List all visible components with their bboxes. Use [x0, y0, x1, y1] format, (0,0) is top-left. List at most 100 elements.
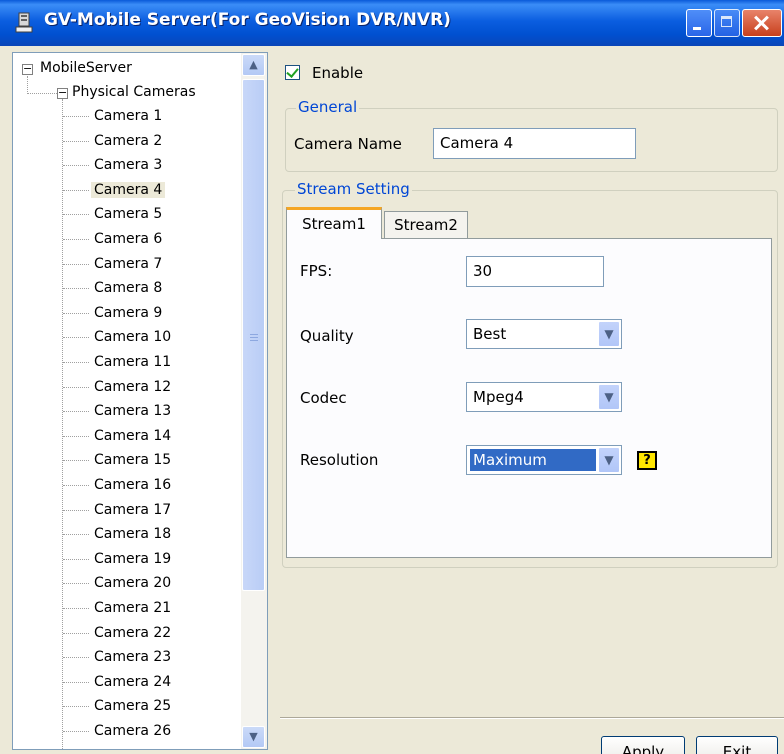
quality-value: Best: [473, 325, 507, 343]
chevron-down-icon[interactable]: ▼: [598, 447, 620, 473]
enable-checkbox[interactable]: [285, 65, 300, 80]
tree-item-camera[interactable]: Camera 24: [91, 671, 174, 694]
tab-stream1[interactable]: Stream1: [286, 207, 382, 239]
tree-item-camera[interactable]: Camera 22: [91, 622, 174, 645]
scroll-up-button[interactable]: ▲: [242, 54, 265, 76]
tree-guide: [63, 165, 89, 167]
tree-item-label: Camera 24: [94, 673, 172, 690]
tree-scrollbar[interactable]: ▲ ▼: [241, 53, 267, 749]
fps-label: FPS:: [300, 262, 333, 280]
tree-guide: [63, 509, 89, 511]
tree-item-camera[interactable]: Camera 8: [91, 277, 165, 300]
tree-guide: [63, 362, 89, 363]
collapse-group-icon[interactable]: −: [57, 87, 68, 99]
tree-item-label: Camera 3: [94, 157, 163, 174]
stream-setting-legend: Stream Setting: [295, 180, 412, 198]
tree-item-camera[interactable]: Camera 4: [91, 179, 166, 202]
chevron-down-icon[interactable]: ▼: [598, 321, 620, 347]
camera-tree[interactable]: − MobileServer − Physical Cameras Camera…: [12, 52, 268, 750]
bottom-separator: [280, 717, 784, 719]
tree-item-camera[interactable]: Camera 6: [91, 228, 165, 251]
tree-guide: [63, 485, 89, 486]
tree-item-camera[interactable]: Camera 21: [91, 597, 174, 620]
tree-item-camera[interactable]: Camera 9: [91, 302, 165, 325]
tree-item-camera[interactable]: Camera 10: [91, 326, 174, 349]
maximize-button[interactable]: [714, 9, 740, 37]
tree-guide: [63, 288, 89, 290]
tree-item-label: Camera 5: [94, 206, 163, 223]
resolution-label: Resolution: [300, 451, 379, 469]
tree-item-label: Camera 6: [94, 231, 163, 247]
tree-item-camera[interactable]: Camera 20: [91, 572, 174, 595]
window-title: GV-Mobile Server(For GeoVision DVR/NVR): [44, 10, 451, 30]
tree-item-camera[interactable]: Camera 26: [91, 720, 174, 743]
tree-item-camera[interactable]: Camera 25: [91, 695, 174, 718]
app-window: GV-Mobile Server(For GeoVision DVR/NVR) …: [0, 0, 784, 754]
tree-item-label: Camera 18: [94, 526, 172, 543]
codec-value: Mpeg4: [473, 388, 524, 406]
tab-label: Stream2: [394, 216, 458, 234]
tree-item-label: Camera 21: [94, 600, 172, 616]
tree-item-camera[interactable]: Camera 17: [91, 499, 174, 522]
tree-item-camera[interactable]: Camera 2: [91, 130, 165, 153]
tree-item-label: Camera 1: [94, 108, 163, 124]
quality-select[interactable]: Best ▼: [466, 319, 622, 349]
tree-guide: [28, 93, 57, 94]
tree-item-camera[interactable]: Camera 23: [91, 646, 174, 669]
server-icon: [15, 12, 33, 33]
tree-guide: [63, 386, 89, 388]
tree-item-mobileserver[interactable]: MobileServer: [40, 57, 132, 80]
tree-item-camera[interactable]: Camera 11: [91, 351, 174, 374]
help-icon[interactable]: ?: [637, 451, 657, 470]
title-bar[interactable]: GV-Mobile Server(For GeoVision DVR/NVR): [0, 0, 784, 46]
apply-button[interactable]: Apply: [601, 736, 685, 754]
tree-item-label: Camera 17: [94, 501, 172, 518]
tree-guide: [63, 558, 89, 560]
tree-guide: [63, 263, 89, 265]
tree-item-camera[interactable]: Camera 13: [91, 400, 174, 423]
tree-item-label: Camera 19: [94, 550, 172, 567]
camera-name-label: Camera Name: [294, 135, 402, 153]
exit-button[interactable]: Exit: [696, 736, 778, 754]
resolution-select[interactable]: Maximum ▼: [466, 445, 622, 475]
tree-item-camera[interactable]: Camera 7: [91, 253, 165, 276]
scroll-down-button[interactable]: ▼: [242, 726, 265, 748]
enable-label[interactable]: Enable: [312, 64, 363, 82]
tree-item-label: Camera 15: [94, 452, 172, 469]
chevron-down-icon[interactable]: ▼: [598, 384, 620, 410]
tree-guide: [63, 116, 89, 117]
fps-input[interactable]: 30: [466, 256, 604, 287]
tree-guide: [63, 608, 89, 609]
tree-item-camera[interactable]: Camera 3: [91, 154, 165, 177]
tree-item-camera[interactable]: Camera 12: [91, 376, 174, 399]
tree-item-label: Camera 22: [94, 624, 172, 641]
resolution-value: Maximum: [470, 449, 596, 471]
tree-item-camera[interactable]: Camera 16: [91, 474, 174, 497]
codec-select[interactable]: Mpeg4 ▼: [466, 382, 622, 412]
quality-label: Quality: [300, 327, 354, 345]
tree-guide: [63, 435, 89, 437]
tree-item-camera[interactable]: Camera 18: [91, 523, 174, 546]
tree-item-label: MobileServer: [40, 60, 132, 76]
tree-guide: [63, 140, 89, 142]
tree-guide: [63, 214, 89, 216]
tree-item-camera[interactable]: Camera 15: [91, 449, 174, 472]
scroll-thumb[interactable]: [242, 79, 265, 591]
tab-stream2[interactable]: Stream2: [384, 211, 468, 238]
tree-item-camera[interactable]: Camera 5: [91, 203, 165, 226]
tree-item-label: Camera 10: [94, 329, 172, 346]
minimize-button[interactable]: [686, 9, 712, 37]
camera-name-input[interactable]: Camera 4: [433, 128, 636, 159]
tree-item-camera[interactable]: Camera 14: [91, 425, 174, 448]
tree-item-camera[interactable]: Camera 19: [91, 548, 174, 571]
tree-item-label: Camera 26: [94, 723, 172, 739]
tree-item-label: Camera 9: [94, 304, 163, 321]
collapse-root-icon[interactable]: −: [22, 63, 33, 75]
tree-guide: [63, 189, 89, 191]
tree-guide: [63, 632, 89, 634]
close-button[interactable]: [742, 9, 782, 37]
tree-item-camera[interactable]: Camera 1: [91, 105, 165, 128]
tree-item-label: Camera 13: [94, 403, 172, 420]
tree-item-label: Physical Cameras: [72, 84, 196, 100]
tree-item-physical-cameras[interactable]: Physical Cameras: [72, 81, 196, 104]
